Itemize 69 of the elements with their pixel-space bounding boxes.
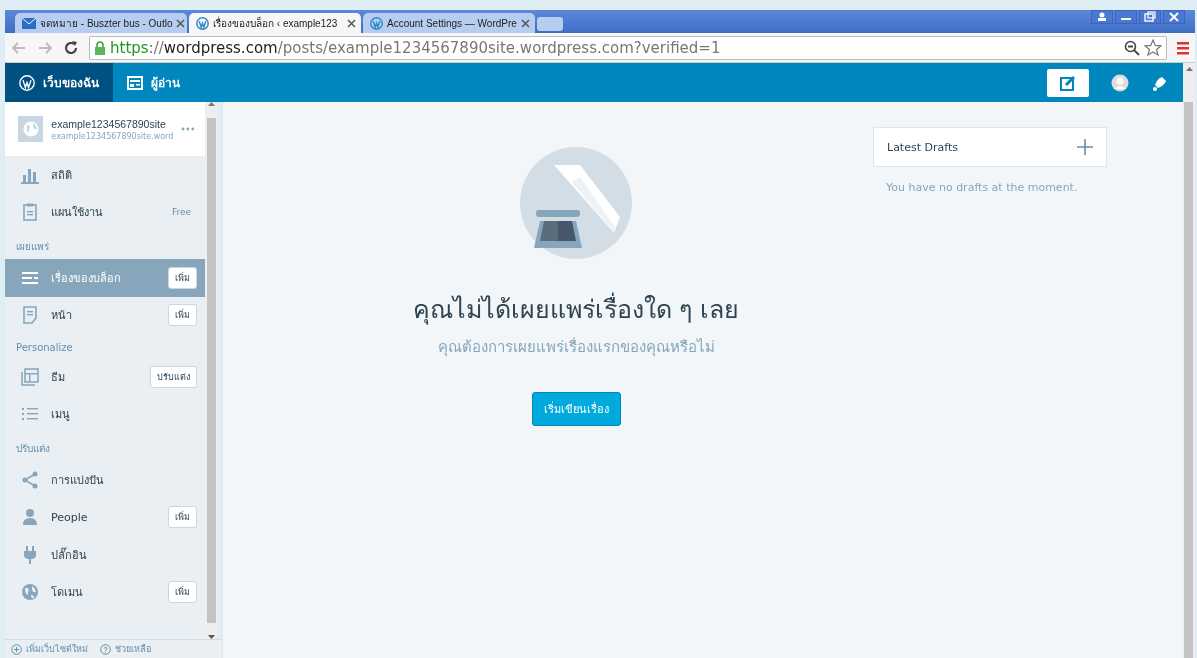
menu-icon[interactable]	[1177, 40, 1189, 55]
wordpress-logo-icon	[196, 16, 209, 30]
lock-icon	[94, 40, 106, 55]
scrollbar[interactable]	[1183, 102, 1195, 658]
scroll-up-button[interactable]	[1183, 63, 1195, 102]
plus-icon[interactable]	[1077, 139, 1093, 155]
drafts-empty-text: You have no drafts at the moment.	[885, 180, 1079, 196]
close-icon[interactable]	[176, 18, 186, 28]
browser-tab[interactable]: Account Settings — WordPre	[363, 13, 535, 33]
top-bar-tab[interactable]: เว็บของฉัน	[5, 63, 113, 102]
sidebar-item[interactable]: ปลั๊กอิน	[5, 536, 205, 574]
restore-icon[interactable]	[1139, 10, 1161, 24]
share-icon	[21, 470, 39, 489]
globe-icon	[21, 583, 39, 602]
globe-icon	[22, 121, 39, 137]
sidebar-item[interactable]: โดเมน เพิ่ม	[5, 573, 205, 611]
address-bar[interactable]: https://wordpress.com/posts/example1234567890site.wordpress.com?verified=1	[89, 35, 1167, 60]
minimize-icon[interactable]	[1115, 10, 1137, 24]
profile-icon[interactable]	[1091, 10, 1113, 24]
section-heading: ปรับแต่ง	[15, 442, 51, 456]
add-button[interactable]: เพิ่ม	[168, 304, 197, 327]
browser-tab[interactable]: จดหมาย - Buszter bus - Outlo	[15, 13, 187, 33]
sidebar-item[interactable]: ธีม ปรับแต่ง	[5, 358, 205, 396]
add-button[interactable]: เพิ่ม	[168, 506, 197, 529]
add-button[interactable]: เพิ่ม	[168, 581, 197, 604]
site-card[interactable]: example1234567890site example1234567890site.word	[5, 102, 205, 156]
scroll-up-icon	[1185, 67, 1193, 71]
add-button[interactable]: เพิ่ม	[168, 266, 197, 289]
browser-tab[interactable]: เรื่องของบล็อก ‹ example123	[189, 13, 361, 33]
sidebar-item[interactable]: People เพิ่ม	[5, 498, 205, 536]
site-url: example1234567890site.word	[51, 131, 174, 141]
write-button[interactable]	[1047, 68, 1089, 97]
drafts-title: Latest Drafts	[887, 140, 958, 154]
scrollbar[interactable]	[205, 102, 217, 639]
top-bar-tab[interactable]: ผู้อ่าน	[113, 63, 194, 102]
plan-label: Free	[171, 207, 191, 218]
reload-icon[interactable]	[63, 39, 79, 56]
star-icon[interactable]	[1144, 39, 1162, 56]
add-icon	[11, 643, 22, 655]
page-icon	[21, 306, 39, 325]
wordpress-logo-icon	[19, 74, 35, 91]
wordpress-logo-icon	[370, 16, 383, 30]
sidebar-item[interactable]: สถิติ	[5, 156, 205, 194]
url-text: https://wordpress.com/posts/example1234567890site.wordpress.com?verified=1	[110, 38, 722, 57]
empty-state-subtitle: คุณต้องการเผยแพร่เรื่องแรกของคุณหรือไม่	[437, 336, 715, 359]
close-icon[interactable]	[521, 18, 530, 28]
section-heading: Personalize	[15, 341, 74, 355]
section-heading: เผยแพร่	[15, 240, 50, 254]
clipboard-icon	[21, 203, 39, 222]
sidebar-item[interactable]: เมนู	[5, 395, 205, 433]
empty-state-title: คุณไม่ได้เผยแพร่เรื่องใด ๆ เลย	[412, 289, 740, 329]
pencil-icon	[1060, 74, 1076, 91]
sidebar-item[interactable]: เรื่องของบล็อก เพิ่ม	[5, 259, 205, 297]
avatar-icon[interactable]	[1111, 73, 1129, 92]
person-icon	[21, 508, 39, 527]
more-icon[interactable]	[181, 127, 195, 131]
close-icon[interactable]	[1163, 10, 1185, 24]
close-icon[interactable]	[347, 18, 356, 28]
add-button[interactable]: ปรับแต่ง	[150, 365, 197, 388]
help-icon	[100, 643, 111, 655]
site-title: example1234567890site	[51, 117, 167, 130]
sidebar-item[interactable]: การแบ่งปัน	[5, 461, 205, 499]
themes-icon	[21, 367, 39, 386]
zoom-out-icon[interactable]	[1124, 39, 1140, 56]
plug-icon	[21, 545, 39, 564]
reader-icon	[127, 75, 143, 90]
sidebar-item[interactable]: แผนใช้งาน Free	[5, 193, 205, 231]
sidebar-item[interactable]: หน้า เพิ่ม	[5, 296, 205, 334]
mail-icon	[22, 17, 36, 29]
